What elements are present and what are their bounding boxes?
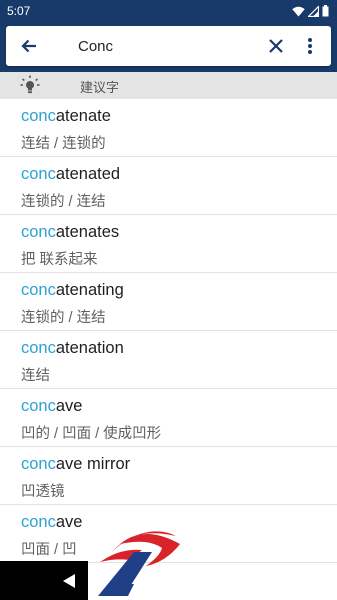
result-translation: 凹的 / 凹面 / 使成凹形 — [21, 426, 162, 442]
suggestions-label: 建议字 — [80, 80, 120, 95]
search-input[interactable] — [78, 34, 248, 58]
result-word-highlight: conc — [21, 107, 56, 125]
result-word-rest: atenated — [55, 165, 121, 183]
list-item[interactable]: concave 凹的 / 凹面 / 使成凹形 — [0, 389, 337, 447]
result-translation: 凹透镜 — [21, 484, 65, 500]
list-item[interactable]: concatenating 连锁的 / 连结 — [0, 273, 337, 331]
arrow-back-icon[interactable] — [19, 36, 39, 56]
battery-icon — [322, 5, 329, 17]
result-translation: 把 联系起来 — [21, 252, 98, 268]
result-word-highlight: conc — [21, 281, 56, 299]
result-word: concatenated — [21, 165, 120, 184]
result-word-rest: atenates — [55, 223, 120, 241]
result-word-rest: ave — [55, 513, 83, 531]
status-bar: 5:07 — [0, 0, 337, 22]
result-word-highlight: conc — [21, 223, 56, 241]
result-word: concatenation — [21, 339, 124, 358]
result-word-highlight: conc — [21, 165, 56, 183]
list-item[interactable]: concatenation 连结 — [0, 331, 337, 389]
result-word: concave — [21, 397, 82, 416]
list-item[interactable]: concave mirror 凹透镜 — [0, 447, 337, 505]
brand-logo-icon — [98, 531, 180, 596]
result-word: concatenating — [21, 281, 124, 300]
list-item[interactable]: concatenates 把 联系起来 — [0, 215, 337, 273]
result-word-highlight: conc — [21, 455, 56, 473]
result-word-highlight: conc — [21, 513, 56, 531]
close-icon[interactable] — [267, 37, 285, 55]
result-word: concatenate — [21, 107, 111, 126]
signal-icon — [308, 5, 319, 17]
app-header — [0, 22, 337, 72]
result-translation: 连锁的 / 连结 — [21, 310, 106, 326]
result-word-rest: atenation — [55, 339, 124, 357]
navigation-bar — [0, 561, 88, 600]
result-translation: 凹面 / 凹 — [21, 542, 77, 558]
triangle-back-icon[interactable] — [62, 573, 76, 589]
list-item[interactable]: concatenated 连锁的 / 连结 — [0, 157, 337, 215]
more-vert-icon[interactable] — [304, 36, 316, 56]
status-icons — [292, 5, 329, 17]
result-translation: 连结 / 连锁的 — [21, 136, 106, 152]
result-word-highlight: conc — [21, 339, 56, 357]
suggestions-header: 建议字 — [0, 72, 337, 99]
result-translation: 连结 — [21, 368, 50, 384]
result-word-rest: atenating — [55, 281, 124, 299]
result-word-rest: ave mirror — [55, 455, 131, 473]
wifi-icon — [292, 6, 305, 16]
result-translation: 连锁的 / 连结 — [21, 194, 106, 210]
list-item[interactable]: concatenate 连结 / 连锁的 — [0, 99, 337, 157]
search-bar — [6, 26, 331, 66]
result-word-rest: ave — [55, 397, 83, 415]
result-word-highlight: conc — [21, 397, 56, 415]
result-word: concave mirror — [21, 455, 130, 474]
status-time: 5:07 — [7, 4, 31, 18]
result-word: concave — [21, 513, 82, 532]
result-word-rest: atenate — [55, 107, 111, 125]
lightbulb-icon — [20, 75, 40, 94]
result-word: concatenates — [21, 223, 119, 242]
